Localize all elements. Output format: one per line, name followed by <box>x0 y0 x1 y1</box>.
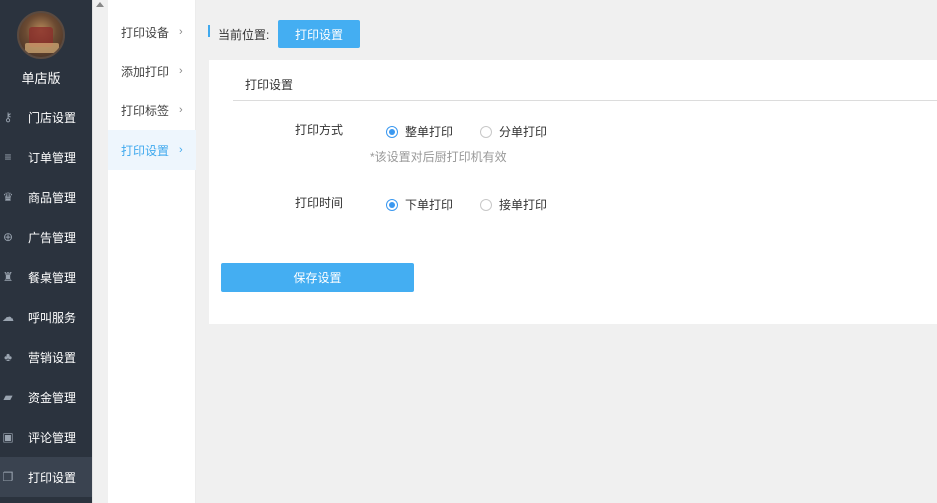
print-mode-label: 打印方式 <box>295 123 344 137</box>
settings-panel: 打印设置 打印方式 整单打印 分单打印 *该设置对后厨打印机有效 打印时间 下单… <box>209 60 937 324</box>
copy-icon: ❐ <box>2 470 14 484</box>
sidebar-item-store-settings[interactable]: ⚷ 门店设置 <box>0 97 92 137</box>
chevron-right-icon: › <box>179 104 183 116</box>
radio-unchecked-icon <box>480 198 492 211</box>
money-icon: ▣ <box>2 430 14 444</box>
print-mode-hint: *该设置对后厨打印机有效 <box>370 150 507 164</box>
sidebar-item-label: 门店设置 <box>27 110 76 125</box>
main-content: 当前位置: 打印设置 打印设置 打印方式 整单打印 分单打印 *该设置对后厨打印… <box>197 0 937 503</box>
radio-checked-icon <box>386 198 398 211</box>
binoculars-icon: ♜ <box>2 270 14 284</box>
list-icon: ≡ <box>4 150 12 164</box>
gift-icon: ♣ <box>4 350 12 364</box>
radio-print-on-order[interactable]: 下单打印 <box>386 196 453 213</box>
sub-navigation: 打印设备 › 添加打印 › 打印标签 › 打印设置 › <box>108 0 196 503</box>
subnav-item-add-printer[interactable]: 添加打印 › <box>108 51 196 91</box>
store-avatar[interactable] <box>17 11 65 59</box>
sidebar-item-label: 餐桌管理 <box>27 270 76 285</box>
subnav-item-print-labels[interactable]: 打印标签 › <box>108 90 196 130</box>
store-name: 单店版 <box>21 71 61 86</box>
breadcrumb-marker <box>208 25 210 37</box>
subnav-item-print-devices[interactable]: 打印设备 › <box>108 12 196 52</box>
subnav-item-label: 添加打印 <box>121 64 170 79</box>
radio-label: 整单打印 <box>405 125 454 139</box>
subnav-item-label: 打印设置 <box>121 143 170 158</box>
sidebar-item-marketing[interactable]: ♣ 营销设置 <box>0 337 92 377</box>
sidebar-item-label: 资金管理 <box>27 390 76 405</box>
sidebar-item-label: 营销设置 <box>27 350 76 365</box>
subnav-item-label: 打印设备 <box>121 25 170 40</box>
subnav-item-print-settings[interactable]: 打印设置 › <box>108 130 196 170</box>
main-sidebar: 单店版 ⚷ 门店设置 ≡ 订单管理 ♛ 商品管理 ⊕ 广告管理 ♜ 餐桌管理 ☁… <box>0 0 92 503</box>
sidebar-item-tables[interactable]: ♜ 餐桌管理 <box>0 257 92 297</box>
sidebar-item-label: 广告管理 <box>27 230 76 245</box>
panel-divider <box>233 100 937 101</box>
sidebar-item-call-service[interactable]: ☁ 呼叫服务 <box>0 297 92 337</box>
sidebar-item-label: 打印设置 <box>27 470 76 485</box>
panel-title: 打印设置 <box>245 78 294 92</box>
sidebar-item-finance[interactable]: ▰ 资金管理 <box>0 377 92 417</box>
radio-whole-order-print[interactable]: 整单打印 <box>386 123 453 140</box>
subnav-item-label: 打印标签 <box>121 103 170 118</box>
sidebar-item-label: 评论管理 <box>27 430 76 445</box>
radio-print-on-accept[interactable]: 接单打印 <box>480 196 547 213</box>
vertical-scrollbar[interactable] <box>92 0 108 503</box>
book-icon: ▰ <box>3 390 13 404</box>
sidebar-item-products[interactable]: ♛ 商品管理 <box>0 177 92 217</box>
radio-label: 分单打印 <box>499 125 548 139</box>
sidebar-item-ads[interactable]: ⊕ 广告管理 <box>0 217 92 257</box>
breadcrumb-current-button[interactable]: 打印设置 <box>278 20 360 48</box>
trophy-icon: ♛ <box>2 190 14 204</box>
sidebar-item-orders[interactable]: ≡ 订单管理 <box>0 137 92 177</box>
radio-label: 下单打印 <box>405 198 454 212</box>
sidebar-item-label: 呼叫服务 <box>27 310 76 325</box>
chevron-right-icon: › <box>179 65 183 77</box>
sidebar-item-label: 订单管理 <box>27 150 76 165</box>
key-icon: ⚷ <box>3 110 13 124</box>
radio-unchecked-icon <box>480 125 492 138</box>
lifebuoy-icon: ⊕ <box>2 230 14 244</box>
radio-label: 接单打印 <box>499 198 548 212</box>
sidebar-item-print-settings[interactable]: ❐ 打印设置 <box>0 457 92 497</box>
radio-checked-icon <box>386 125 398 138</box>
scroll-up-icon[interactable] <box>96 2 104 7</box>
save-settings-button[interactable]: 保存设置 <box>221 263 414 292</box>
breadcrumb-label: 当前位置: <box>218 28 270 42</box>
sidebar-item-reviews[interactable]: ▣ 评论管理 <box>0 417 92 457</box>
cloud-icon: ☁ <box>2 310 14 324</box>
chevron-right-icon: › <box>179 144 183 156</box>
sidebar-item-label: 商品管理 <box>27 190 76 205</box>
chevron-right-icon: › <box>179 26 183 38</box>
print-time-label: 打印时间 <box>295 196 344 210</box>
radio-split-order-print[interactable]: 分单打印 <box>480 123 547 140</box>
